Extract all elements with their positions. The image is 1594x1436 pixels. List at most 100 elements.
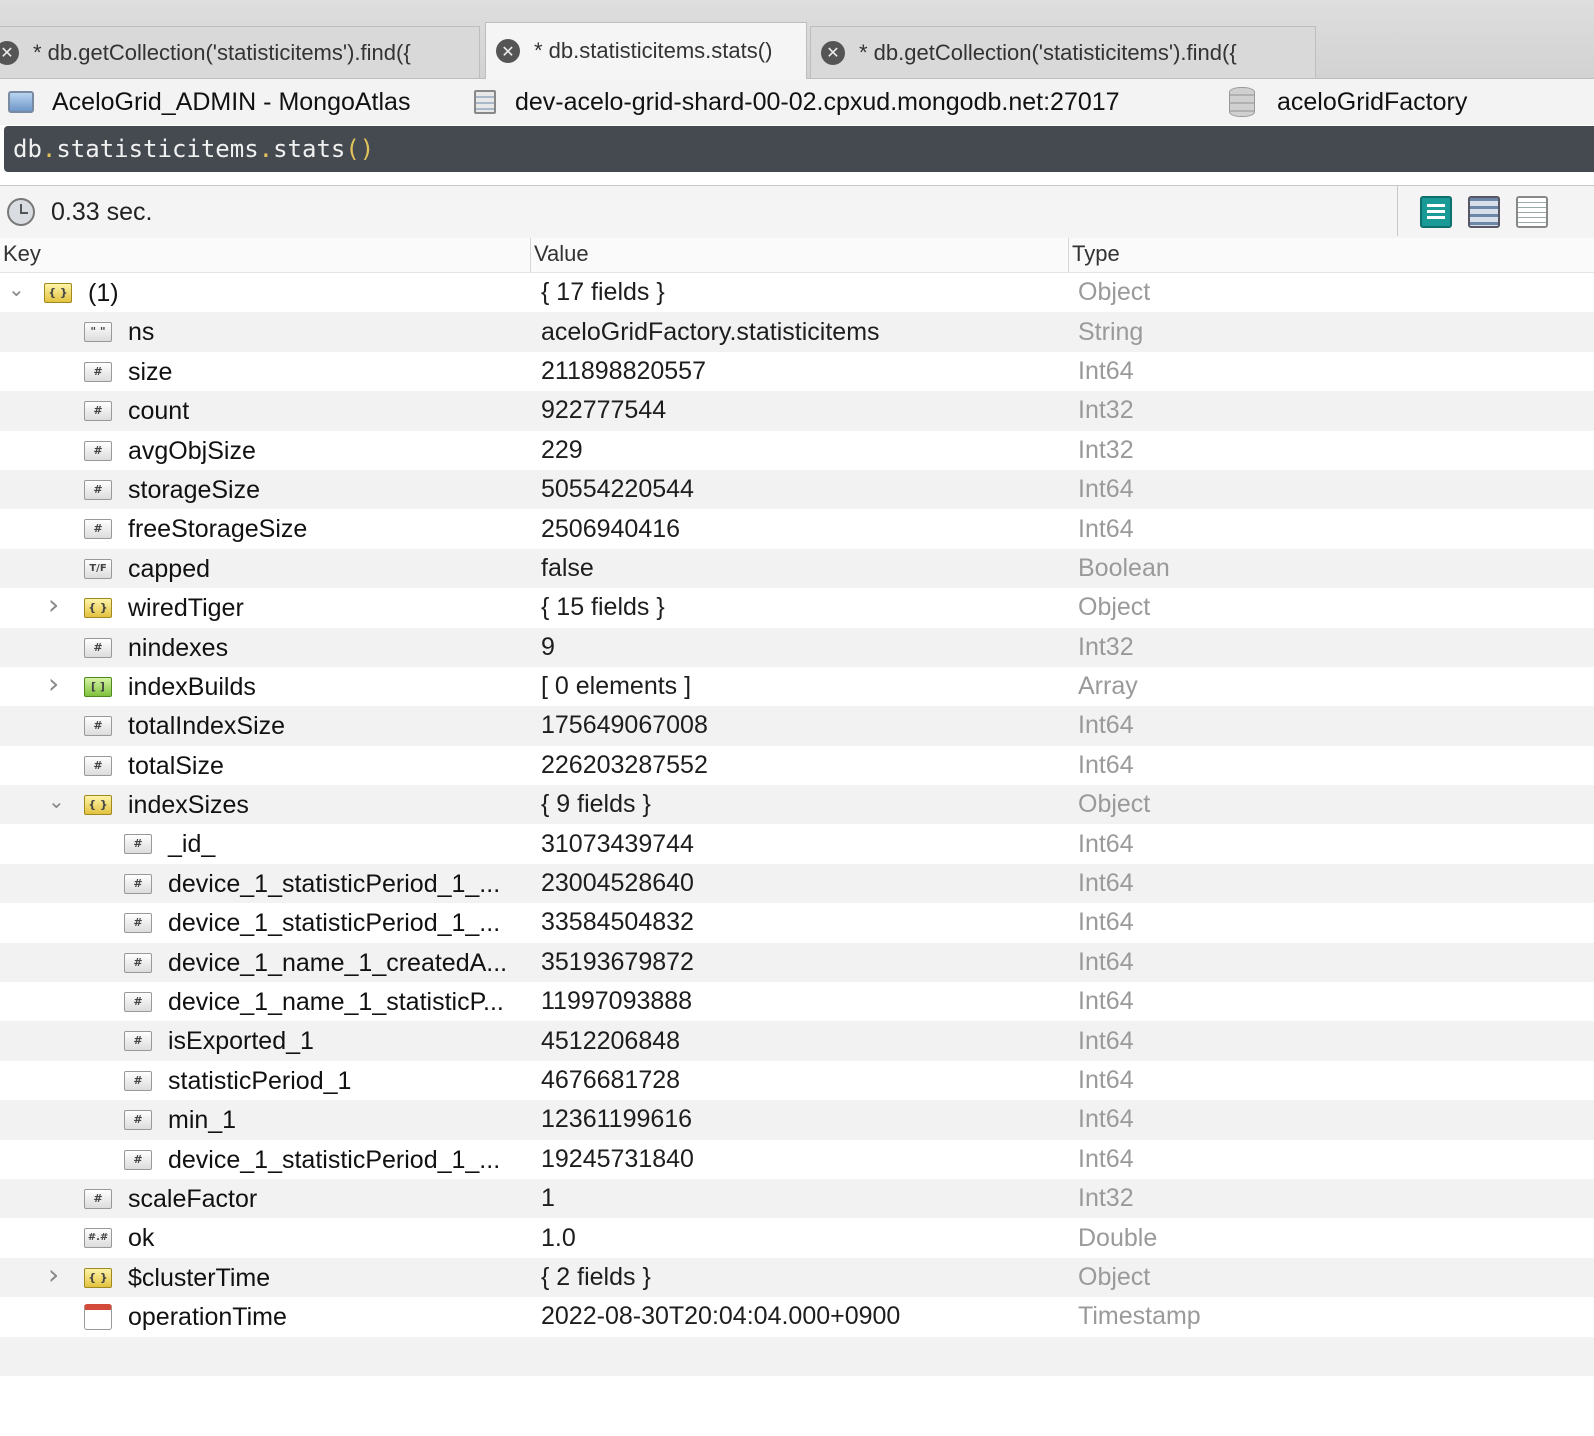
key-cell: # device_1_name_1_createdA...	[0, 943, 530, 982]
table-row[interactable]: # size 211898820557 Int64	[0, 351, 1594, 392]
table-row[interactable]: { } wiredTiger { 15 fields } Object	[0, 588, 1594, 628]
table-row[interactable]: # storageSize 50554220544 Int64	[0, 469, 1594, 510]
table-row[interactable]: # device_1_statisticPeriod_1_... 192457318…	[0, 1139, 1594, 1179]
value-cell: 12361199616	[541, 1105, 693, 1134]
type-cell: Int32	[1078, 1184, 1134, 1213]
key-label: totalSize	[128, 751, 224, 780]
number-icon: #	[84, 440, 112, 461]
table-row[interactable]: #.# ok 1.0 Double	[0, 1218, 1594, 1258]
table-row[interactable]: " " ns aceloGridFactory.statisticitems Stri…	[0, 312, 1594, 352]
number-icon: #	[84, 479, 112, 500]
table-row[interactable]: { } indexSizes { 9 fields } Object	[0, 785, 1594, 825]
type-cell: Int64	[1078, 514, 1134, 543]
value-cell: 1	[541, 1184, 555, 1213]
grid-header: Key Value Type	[0, 238, 1594, 273]
type-cell: Double	[1078, 1223, 1158, 1252]
table-row[interactable]: # totalSize 226203287552 Int64	[0, 745, 1594, 786]
close-icon[interactable]: ✕	[821, 40, 845, 65]
close-icon[interactable]: ✕	[496, 39, 520, 63]
string-icon: " "	[84, 322, 112, 343]
type-cell: Object	[1078, 593, 1151, 622]
table-row[interactable]: # min_1 12361199616 Int64	[0, 1100, 1594, 1140]
column-header-key[interactable]: Key	[0, 238, 531, 272]
tab-find-2[interactable]: ✕ * db.getCollection('statisticitems').f…	[810, 26, 1316, 78]
type-cell: Int64	[1078, 829, 1134, 858]
type-cell: Int32	[1078, 396, 1134, 425]
table-row[interactable]: [ ] indexBuilds [ 0 elements ] Array	[0, 666, 1594, 707]
table-row[interactable]: # device_1_statisticPeriod_1_... 230045286…	[0, 863, 1594, 904]
value-cell: { 9 fields }	[541, 790, 651, 819]
number-icon: #	[124, 1110, 152, 1131]
value-cell: 229	[541, 435, 583, 464]
type-cell: Int64	[1078, 1105, 1134, 1134]
table-row[interactable]: # isExported_1 4512206848 Int64	[0, 1021, 1594, 1061]
key-label: device_1_statisticPeriod_1_...	[168, 909, 501, 938]
table-row[interactable]: # freeStorageSize 2506940416 Int64	[0, 509, 1594, 549]
tab-stats[interactable]: ✕ * db.statisticitems.stats()	[485, 22, 807, 79]
number-icon: #	[84, 755, 112, 776]
timestamp-icon	[84, 1304, 112, 1331]
text-view-icon[interactable]	[1516, 196, 1548, 228]
table-row[interactable]: { } $clusterTime { 2 fields } Object	[0, 1257, 1594, 1298]
query-collection: statisticitems	[56, 135, 259, 163]
query-editor[interactable]: db. statisticitems. stats()	[4, 126, 1594, 172]
key-cell: # freeStorageSize	[0, 509, 530, 548]
type-cell: Int64	[1078, 908, 1134, 937]
close-icon[interactable]: ✕	[0, 40, 19, 65]
value-cell: 50554220544	[541, 475, 694, 504]
table-row[interactable]: # count 922777544 Int32	[0, 391, 1594, 431]
key-label: freeStorageSize	[128, 515, 308, 544]
table-row[interactable]: # avgObjSize 229 Int32	[0, 430, 1594, 470]
key-cell: # totalSize	[0, 746, 530, 785]
key-label: isExported_1	[168, 1027, 314, 1056]
key-label: device_1_name_1_statisticP...	[168, 988, 504, 1017]
chevron-right-icon[interactable]	[48, 676, 64, 692]
key-label: nindexes	[128, 633, 229, 662]
table-view-icon[interactable]	[1468, 196, 1500, 228]
database-name: aceloGridFactory	[1277, 87, 1468, 116]
key-cell: # avgObjSize	[0, 431, 530, 470]
chevron-right-icon[interactable]	[48, 597, 64, 613]
table-row[interactable]: T/F capped false Boolean	[0, 548, 1594, 589]
key-label: count	[128, 397, 190, 426]
key-label: device_1_name_1_createdA...	[168, 948, 508, 977]
elapsed-time: 0.33 sec.	[51, 197, 153, 226]
chevron-down-icon[interactable]	[8, 281, 24, 297]
chevron-right-icon[interactable]	[48, 1267, 64, 1283]
value-cell: aceloGridFactory.statisticitems	[541, 317, 880, 346]
key-cell: # statisticPeriod_1	[0, 1061, 530, 1100]
value-cell: 35193679872	[541, 947, 694, 976]
key-label: statisticPeriod_1	[168, 1066, 352, 1095]
key-label: storageSize	[128, 475, 261, 504]
array-icon: [ ]	[84, 676, 112, 697]
table-row[interactable]: # _id_ 31073439744 Int64	[0, 824, 1594, 864]
table-row[interactable]: # device_1_name_1_statisticP... 1199709388…	[0, 982, 1594, 1022]
double-icon: #.#	[84, 1228, 112, 1249]
query-dot: .	[41, 135, 57, 163]
value-cell: { 17 fields }	[541, 278, 665, 307]
chevron-down-icon[interactable]	[48, 793, 64, 809]
table-row[interactable]: # statisticPeriod_1 4676681728 Int64	[0, 1060, 1594, 1101]
value-cell: 31073439744	[541, 829, 694, 858]
type-cell: Int64	[1078, 1026, 1134, 1055]
table-row[interactable]: operationTime 2022-08-30T20:04:04.000+090…	[0, 1297, 1594, 1337]
table-row[interactable]: # device_1_statisticPeriod_1_... 335845048…	[0, 903, 1594, 943]
key-cell: # size	[0, 352, 530, 391]
number-icon: #	[84, 401, 112, 422]
column-header-value[interactable]: Value	[531, 238, 1069, 272]
number-icon: #	[124, 1070, 152, 1091]
tree-view-icon[interactable]	[1420, 196, 1452, 228]
table-row[interactable]: # device_1_name_1_createdA... 35193679872 I…	[0, 942, 1594, 983]
key-label: avgObjSize	[128, 436, 256, 465]
key-cell: # count	[0, 391, 530, 430]
table-row[interactable]: # nindexes 9 Int32	[0, 627, 1594, 667]
tab-find-1[interactable]: ✕ * db.getCollection('statisticitems').f…	[0, 26, 480, 78]
key-label: device_1_statisticPeriod_1_...	[168, 869, 501, 898]
table-row[interactable]: # scaleFactor 1 Int32	[0, 1178, 1594, 1219]
column-header-type[interactable]: Type	[1069, 238, 1594, 272]
key-label: $clusterTime	[128, 1263, 271, 1292]
table-row[interactable]: { } (1) { 17 fields } Object	[0, 273, 1594, 313]
key-cell: #.# ok	[0, 1218, 530, 1257]
value-cell: false	[541, 553, 594, 582]
table-row[interactable]: # totalIndexSize 175649067008 Int64	[0, 706, 1594, 746]
